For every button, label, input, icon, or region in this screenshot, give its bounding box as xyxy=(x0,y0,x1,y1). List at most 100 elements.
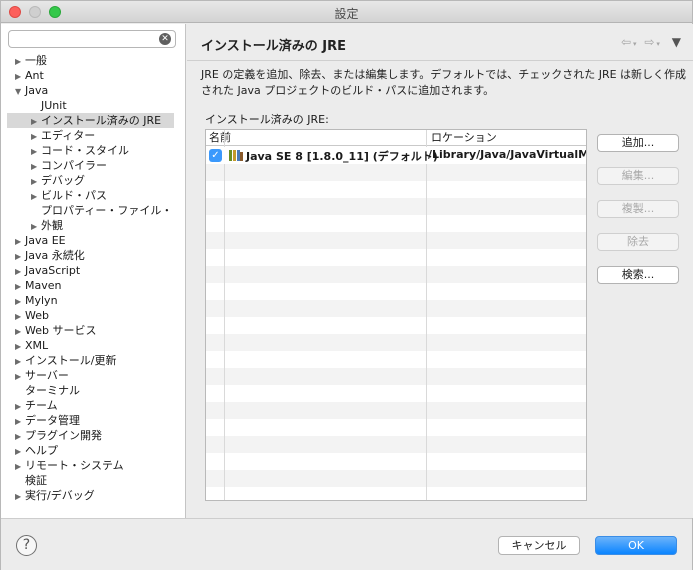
sidebar-item[interactable]: ▶ Java EE xyxy=(15,233,66,248)
disclosure-collapsed-icon[interactable]: ▶ xyxy=(15,399,25,414)
sidebar-item[interactable]: プロパティー・ファイル・ xyxy=(31,203,172,218)
sidebar-item-label: Java xyxy=(25,84,49,97)
disclosure-collapsed-icon[interactable]: ▶ xyxy=(15,279,25,294)
forward-dropdown-icon[interactable]: ▾ xyxy=(656,40,662,48)
sidebar-item[interactable]: ▶ Web xyxy=(15,308,49,323)
sidebar-item[interactable]: ▶ チーム xyxy=(15,398,58,413)
window-title: 設定 xyxy=(334,7,359,21)
empty-table-row xyxy=(206,470,586,487)
search-button[interactable]: 検索... xyxy=(597,266,679,284)
disclosure-collapsed-icon[interactable]: ▶ xyxy=(31,189,41,204)
disclosure-collapsed-icon[interactable]: ▶ xyxy=(31,219,41,234)
empty-table-row xyxy=(206,266,586,283)
view-menu-icon[interactable]: ▼ xyxy=(672,35,683,49)
ok-button[interactable]: OK xyxy=(595,536,677,555)
disclosure-collapsed-icon[interactable]: ▶ xyxy=(15,369,25,384)
sidebar-item[interactable]: ▶ Ant xyxy=(15,68,44,83)
empty-table-row xyxy=(206,368,586,385)
back-dropdown-icon[interactable]: ▾ xyxy=(633,40,639,48)
duplicate-button[interactable]: 複製... xyxy=(597,200,679,218)
disclosure-collapsed-icon[interactable]: ▶ xyxy=(15,264,25,279)
sidebar-item-label: コンパイラー xyxy=(41,159,107,172)
sidebar-item[interactable]: ▶ Maven xyxy=(15,278,61,293)
sidebar-item-label: エディター xyxy=(41,129,96,142)
forward-arrow-icon[interactable]: ⇨ xyxy=(644,35,656,49)
empty-table-row xyxy=(206,283,586,300)
disclosure-collapsed-icon[interactable]: ▶ xyxy=(15,54,25,69)
jre-list-label: インストール済みの JRE: xyxy=(205,113,329,126)
page-title: インストール済みの JRE xyxy=(201,39,346,54)
sidebar-item-label: Java EE xyxy=(25,234,66,247)
sidebar-item[interactable]: ▶ デバッグ xyxy=(31,173,85,188)
sidebar-item[interactable]: ▶ ヘルプ xyxy=(15,443,58,458)
sidebar-item-label: 実行/デバッグ xyxy=(25,489,95,502)
remove-button[interactable]: 除去 xyxy=(597,233,679,251)
sidebar-item[interactable]: ▶ ビルド・パス xyxy=(31,188,107,203)
sidebar-item-label: インストール/更新 xyxy=(25,354,117,367)
dialog-footer: ? キャンセル OK xyxy=(1,518,692,570)
add-button[interactable]: 追加... xyxy=(597,134,679,152)
sidebar-item[interactable]: ▶ プラグイン開発 xyxy=(15,428,102,443)
sidebar-item[interactable]: ▶ Mylyn xyxy=(15,293,58,308)
disclosure-collapsed-icon[interactable]: ▶ xyxy=(31,159,41,174)
content-header: インストール済みの JRE ⇦▾ ⇨▾ ▼ xyxy=(187,24,693,61)
disclosure-collapsed-icon[interactable]: ▶ xyxy=(31,129,41,144)
disclosure-collapsed-icon[interactable]: ▶ xyxy=(31,144,41,159)
sidebar-item-label: JavaScript xyxy=(25,264,81,277)
disclosure-collapsed-icon[interactable]: ▶ xyxy=(15,339,25,354)
disclosure-collapsed-icon[interactable]: ▶ xyxy=(15,354,25,369)
disclosure-collapsed-icon[interactable]: ▶ xyxy=(15,414,25,429)
sidebar-item[interactable]: ▶ サーバー xyxy=(15,368,69,383)
sidebar-item[interactable]: ▶ Java 永続化 xyxy=(15,248,85,263)
sidebar-item[interactable]: 検証 xyxy=(15,473,47,488)
sidebar-item[interactable]: ▶ 実行/デバッグ xyxy=(15,488,95,503)
disclosure-collapsed-icon[interactable]: ▶ xyxy=(15,294,25,309)
sidebar-item[interactable]: ▶ XML xyxy=(15,338,48,353)
table-row[interactable]: ✓ Java SE 8 [1.8.0_11] (デフォルト) /Library/… xyxy=(206,147,586,164)
disclosure-collapsed-icon[interactable]: ▶ xyxy=(15,444,25,459)
sidebar-item[interactable]: ▶ JavaScript xyxy=(15,263,80,278)
disclosure-collapsed-icon[interactable]: ▶ xyxy=(31,174,41,189)
empty-table-row xyxy=(206,453,586,470)
disclosure-collapsed-icon[interactable]: ▶ xyxy=(15,249,25,264)
help-icon[interactable]: ? xyxy=(16,535,37,556)
sidebar-item[interactable]: ▶ インストール/更新 xyxy=(15,353,117,368)
sidebar-item[interactable]: JUnit xyxy=(31,98,67,113)
column-separator xyxy=(224,130,225,500)
disclosure-collapsed-icon[interactable]: ▶ xyxy=(15,429,25,444)
sidebar-item[interactable]: ▶ 外観 xyxy=(31,218,63,233)
default-jre-checkbox[interactable]: ✓ xyxy=(209,149,222,162)
sidebar-item-label: JUnit xyxy=(41,99,67,112)
disclosure-collapsed-icon[interactable]: ▶ xyxy=(15,324,25,339)
empty-table-row xyxy=(206,402,586,419)
sidebar-item[interactable]: ▶ データ管理 xyxy=(15,413,80,428)
sidebar-item[interactable]: ▶ コンパイラー xyxy=(31,158,107,173)
disclosure-collapsed-icon[interactable]: ▶ xyxy=(15,489,25,504)
column-header-name[interactable]: 名前 xyxy=(206,130,428,146)
jre-table[interactable]: 名前 ロケーション ✓ Java SE 8 [1.8.0_11] (デフォルト)… xyxy=(205,129,587,501)
sidebar-item[interactable]: ▶ Web サービス xyxy=(15,323,96,338)
sidebar-item-label: ターミナル xyxy=(25,384,80,397)
sidebar-item[interactable]: ▶ コード・スタイル xyxy=(31,143,129,158)
edit-button[interactable]: 編集... xyxy=(597,167,679,185)
sidebar-item[interactable]: ▶ エディター xyxy=(31,128,95,143)
disclosure-collapsed-icon[interactable]: ▶ xyxy=(31,114,41,129)
filter-input[interactable]: ✕ xyxy=(8,30,176,48)
disclosure-collapsed-icon[interactable]: ▶ xyxy=(15,234,25,249)
disclosure-expanded-icon[interactable]: ▼ xyxy=(15,84,25,99)
sidebar-item-label: Web サービス xyxy=(25,324,97,337)
sidebar-item[interactable]: ▼ Java xyxy=(15,83,48,98)
preferences-sidebar: ✕ ▶ 一般 ▶ Ant ▼ Java JUnit ▶ インストール済みの JRE ▶ エディター ▶… xyxy=(1,24,186,518)
sidebar-item[interactable]: ターミナル xyxy=(15,383,80,398)
disclosure-collapsed-icon[interactable]: ▶ xyxy=(15,69,25,84)
clear-filter-icon[interactable]: ✕ xyxy=(159,33,171,45)
disclosure-collapsed-icon[interactable]: ▶ xyxy=(15,309,25,324)
cancel-button[interactable]: キャンセル xyxy=(498,536,580,555)
back-arrow-icon[interactable]: ⇦ xyxy=(621,35,633,49)
disclosure-collapsed-icon[interactable]: ▶ xyxy=(15,459,25,474)
sidebar-item[interactable]: ▶ 一般 xyxy=(15,53,47,68)
sidebar-item[interactable]: ▶ インストール済みの JRE xyxy=(7,113,174,128)
column-header-location[interactable]: ロケーション xyxy=(428,130,586,146)
sidebar-item-label: プラグイン開発 xyxy=(25,429,102,442)
sidebar-item[interactable]: ▶ リモート・システム xyxy=(15,458,124,473)
